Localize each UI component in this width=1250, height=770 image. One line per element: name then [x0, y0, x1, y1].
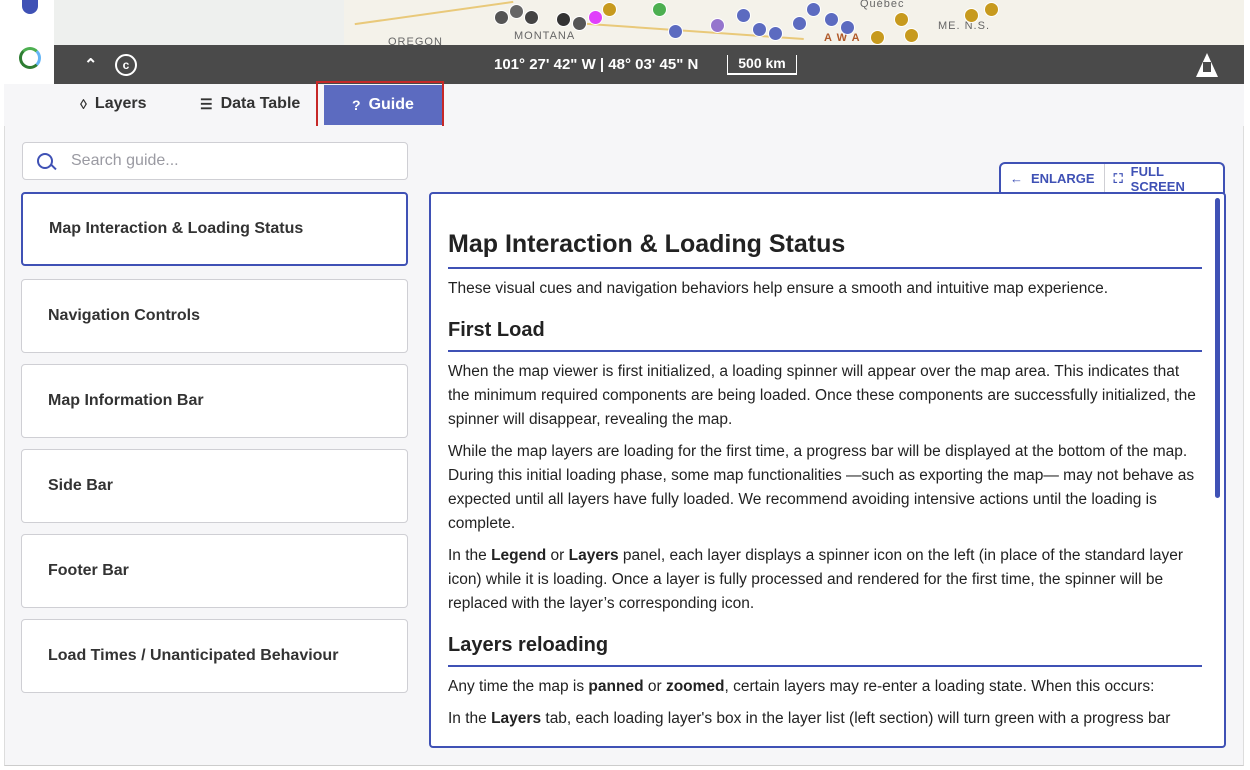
guide-item-label: Map Information Bar: [48, 392, 204, 409]
section-first-load-paragraph: While the map layers are loading for the…: [448, 443, 1195, 532]
map-marker[interactable]: [509, 4, 524, 19]
text-run: In the: [448, 710, 492, 727]
map-marker[interactable]: [602, 2, 617, 17]
loading-spinner-icon: [19, 47, 41, 69]
map-marker[interactable]: [894, 12, 909, 27]
section-layers-reloading-title: Layers reloading: [448, 634, 1202, 667]
notification-bell-icon[interactable]: [22, 0, 38, 14]
map-marker[interactable]: [524, 10, 539, 25]
bold-text: panned: [588, 678, 644, 695]
guide-item-label: Map Interaction & Loading Status: [49, 220, 304, 237]
map-marker[interactable]: [984, 2, 999, 17]
text-run: or: [643, 678, 666, 695]
map-marker[interactable]: [572, 16, 587, 31]
bold-text: Layers: [568, 547, 619, 564]
guide-item-label: Navigation Controls: [48, 307, 201, 324]
guide-item-map-information-bar[interactable]: Map Information Bar: [21, 364, 408, 438]
map-marker[interactable]: [792, 16, 807, 31]
tab-layers[interactable]: ◊ Layers: [80, 84, 147, 124]
map-marker[interactable]: [752, 22, 767, 37]
map-view[interactable]: OREGON MONTANA Québec A W A ME. N.S.: [54, 0, 1244, 45]
guide-item-side-bar[interactable]: Side Bar: [21, 449, 408, 523]
enlarge-label: ENLARGE: [1031, 171, 1095, 186]
map-marker[interactable]: [652, 2, 667, 17]
map-label: Québec: [860, 0, 905, 10]
bold-text: Legend: [491, 547, 547, 564]
map-marker[interactable]: [870, 30, 885, 45]
article-title: Map Interaction & Loading Status: [448, 230, 1202, 269]
content-scrollbar[interactable]: [1215, 198, 1220, 498]
text-run: In the: [448, 547, 492, 564]
tab-data-table[interactable]: ☰ Data Table: [200, 84, 300, 124]
map-marker[interactable]: [964, 8, 979, 23]
map-marker[interactable]: [736, 8, 751, 23]
text-run: tab, each loading layer's box in the lay…: [541, 710, 1171, 727]
section-first-load-paragraph: When the map viewer is first initialized…: [448, 363, 1196, 428]
guide-item-navigation-controls[interactable]: Navigation Controls: [21, 279, 408, 353]
section-first-load-title: First Load: [448, 319, 1202, 352]
app-rail: [4, 0, 55, 84]
section-first-load-paragraph: In the Legend or Layers panel, each laye…: [448, 544, 1202, 616]
map-marker[interactable]: [588, 10, 603, 25]
map-marker[interactable]: [904, 28, 919, 43]
article-intro: These visual cues and navigation behavio…: [448, 280, 1109, 297]
text-run: Any time the map is: [448, 678, 589, 695]
search-input[interactable]: [69, 151, 393, 171]
list-icon: ☰: [200, 95, 213, 112]
guide-search[interactable]: [22, 142, 408, 180]
guide-item-label: Side Bar: [48, 477, 113, 494]
guide-item-label: Footer Bar: [48, 562, 129, 579]
view-size-controls: ← ENLARGE ⛶ FULL SCREEN: [999, 162, 1225, 194]
section-layers-reloading-paragraph: Any time the map is panned or zoomed, ce…: [448, 675, 1202, 699]
map-label: MONTANA: [514, 30, 576, 42]
bold-text: Layers: [491, 710, 542, 727]
text-run: , certain layers may re-enter a loading …: [724, 678, 1155, 695]
map-marker[interactable]: [710, 18, 725, 33]
map-marker[interactable]: [494, 10, 509, 25]
map-marker[interactable]: [556, 12, 571, 27]
full-screen-label: FULL SCREEN: [1130, 163, 1185, 194]
full-screen-button[interactable]: ⛶ FULL SCREEN: [1103, 163, 1223, 194]
guide-content[interactable]: Map Interaction & Loading Status These v…: [429, 192, 1226, 748]
map-label: OREGON: [388, 36, 443, 45]
tab-label: Data Table: [220, 95, 301, 112]
guide-item-footer-bar[interactable]: Footer Bar: [21, 534, 408, 608]
section-layers-reloading-paragraph: In the Layers tab, each loading layer's …: [448, 707, 1202, 731]
bold-text: zoomed: [665, 678, 725, 695]
copyright-icon[interactable]: c: [115, 54, 137, 76]
map-marker[interactable]: [668, 24, 683, 39]
footer-tabs: ◊ Layers ☰ Data Table ? Guide: [4, 84, 1244, 126]
search-icon: [37, 153, 53, 169]
arrow-left-icon: ←: [1010, 171, 1023, 186]
north-arrow-icon[interactable]: [1196, 53, 1218, 77]
map-marker[interactable]: [768, 26, 783, 41]
guide-tab-highlight: [316, 81, 444, 129]
map-label: ME. N.S.: [938, 20, 991, 32]
map-information-bar: ⌃ c 101° 27' 42" W | 48° 03' 45" N 500 k…: [54, 45, 1244, 84]
text-run: or: [546, 547, 569, 564]
scale-bar[interactable]: 500 km: [727, 55, 797, 75]
tab-label: Layers: [94, 95, 147, 112]
map-marker[interactable]: [824, 12, 839, 27]
map-marker[interactable]: [806, 2, 821, 17]
guide-item-map-interaction[interactable]: Map Interaction & Loading Status: [21, 192, 408, 266]
enlarge-button[interactable]: ← ENLARGE: [1001, 164, 1104, 193]
fullscreen-icon: ⛶: [1113, 170, 1123, 186]
guide-item-label: Load Times / Unanticipated Behaviour: [48, 647, 339, 664]
mouse-coordinates[interactable]: 101° 27' 42" W | 48° 03' 45" N: [494, 56, 698, 73]
map-label: A W A: [824, 32, 861, 44]
layers-icon: ◊: [80, 96, 87, 112]
guide-item-load-times[interactable]: Load Times / Unanticipated Behaviour: [21, 619, 408, 693]
chevron-up-icon[interactable]: ⌃: [84, 55, 97, 75]
map-marker[interactable]: [840, 20, 855, 35]
